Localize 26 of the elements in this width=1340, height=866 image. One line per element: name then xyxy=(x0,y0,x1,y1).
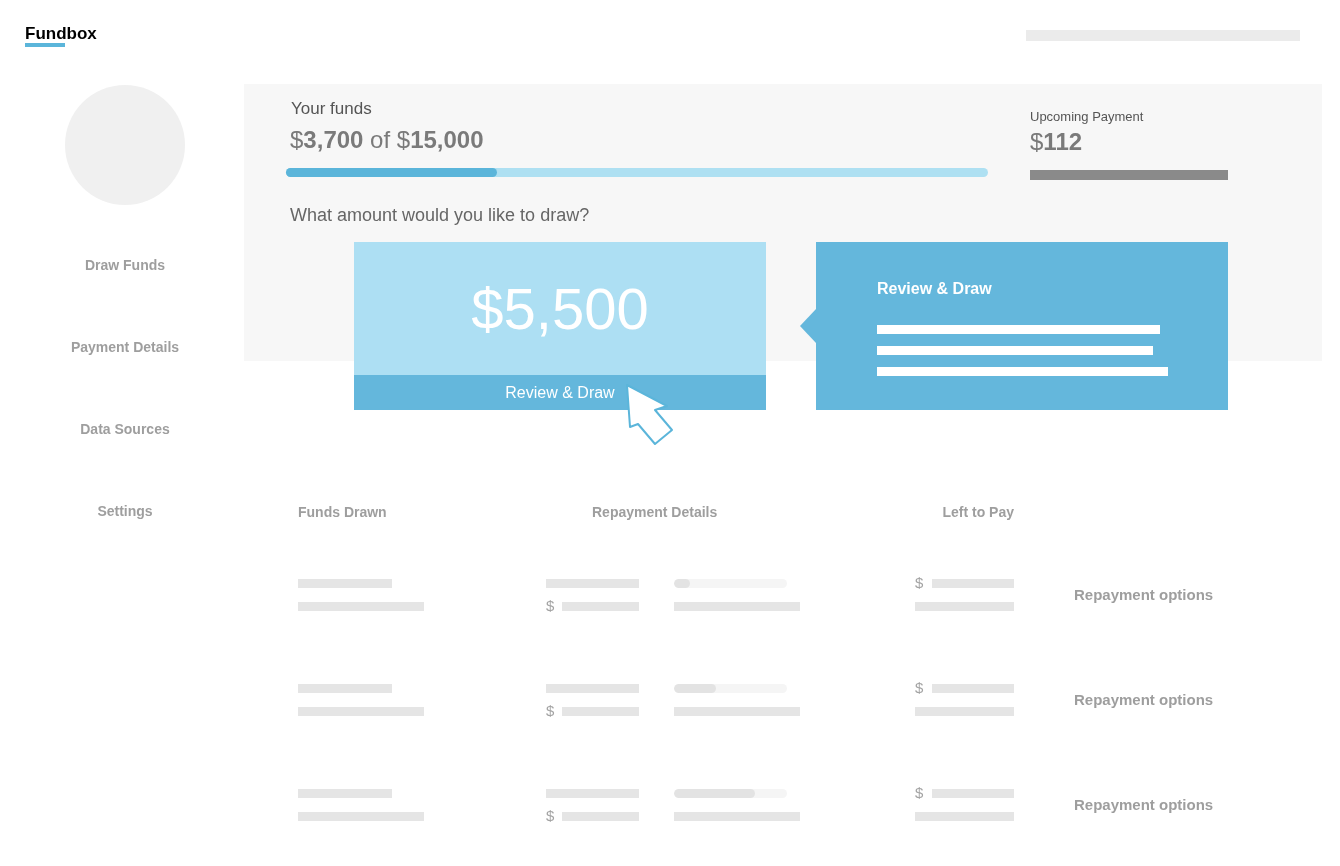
nav-item[interactable]: Draw Funds xyxy=(84,257,166,273)
logo[interactable]: Fundbox xyxy=(25,25,97,47)
cursor-icon xyxy=(625,383,675,447)
currency-symbol: $ xyxy=(915,575,924,591)
currency-symbol: $ xyxy=(546,808,555,824)
funds-amount: $3,700 of $15,000 xyxy=(289,126,484,154)
draw-amount: $5,500 xyxy=(471,276,649,341)
currency-symbol: $ xyxy=(546,703,555,719)
column-header: Left to Pay xyxy=(942,504,1014,520)
column-header: Repayment Details xyxy=(592,504,718,520)
upcoming-payment-amount: $112 xyxy=(1030,128,1083,156)
currency-symbol: $ xyxy=(915,785,924,801)
popover-title: Review & Draw xyxy=(877,279,992,299)
repayment-options-link[interactable]: Repayment options xyxy=(1074,585,1214,604)
funds-label: Your funds xyxy=(290,98,372,120)
currency-symbol: $ xyxy=(546,598,555,614)
currency-symbol: $ xyxy=(915,680,924,696)
repayment-options-link[interactable]: Repayment options xyxy=(1074,690,1214,709)
upcoming-payment-label: Upcoming Payment xyxy=(1030,108,1144,126)
column-header: Funds Drawn xyxy=(298,504,387,520)
nav-item[interactable]: Settings xyxy=(97,503,153,519)
repayment-options-link[interactable]: Repayment options xyxy=(1074,795,1214,814)
review-draw-button[interactable]: Review & Draw xyxy=(354,375,766,410)
nav-item[interactable]: Payment Details xyxy=(70,339,180,355)
question-text: What amount would you like to draw? xyxy=(290,204,590,226)
nav-item[interactable]: Data Sources xyxy=(80,421,170,437)
